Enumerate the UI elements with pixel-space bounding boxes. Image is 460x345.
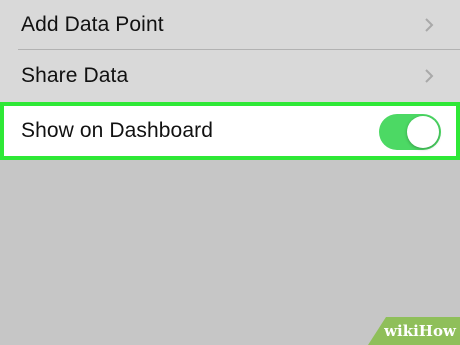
show-on-dashboard-row[interactable]: Show on Dashboard bbox=[0, 102, 460, 160]
show-on-dashboard-label: Show on Dashboard bbox=[21, 119, 213, 142]
share-data-row[interactable]: Share Data bbox=[0, 50, 460, 102]
chevron-right-icon bbox=[425, 18, 434, 32]
share-data-label: Share Data bbox=[21, 64, 129, 87]
settings-list: Add Data Point Share Data bbox=[0, 0, 460, 102]
add-data-point-row[interactable]: Add Data Point bbox=[0, 0, 460, 50]
toggle-knob bbox=[407, 116, 439, 148]
watermark-how-text: How bbox=[418, 322, 456, 340]
show-on-dashboard-toggle[interactable] bbox=[379, 114, 441, 150]
chevron-right-icon bbox=[425, 69, 434, 83]
add-data-point-label: Add Data Point bbox=[21, 13, 164, 36]
watermark-wiki-text: wiki bbox=[384, 322, 419, 340]
